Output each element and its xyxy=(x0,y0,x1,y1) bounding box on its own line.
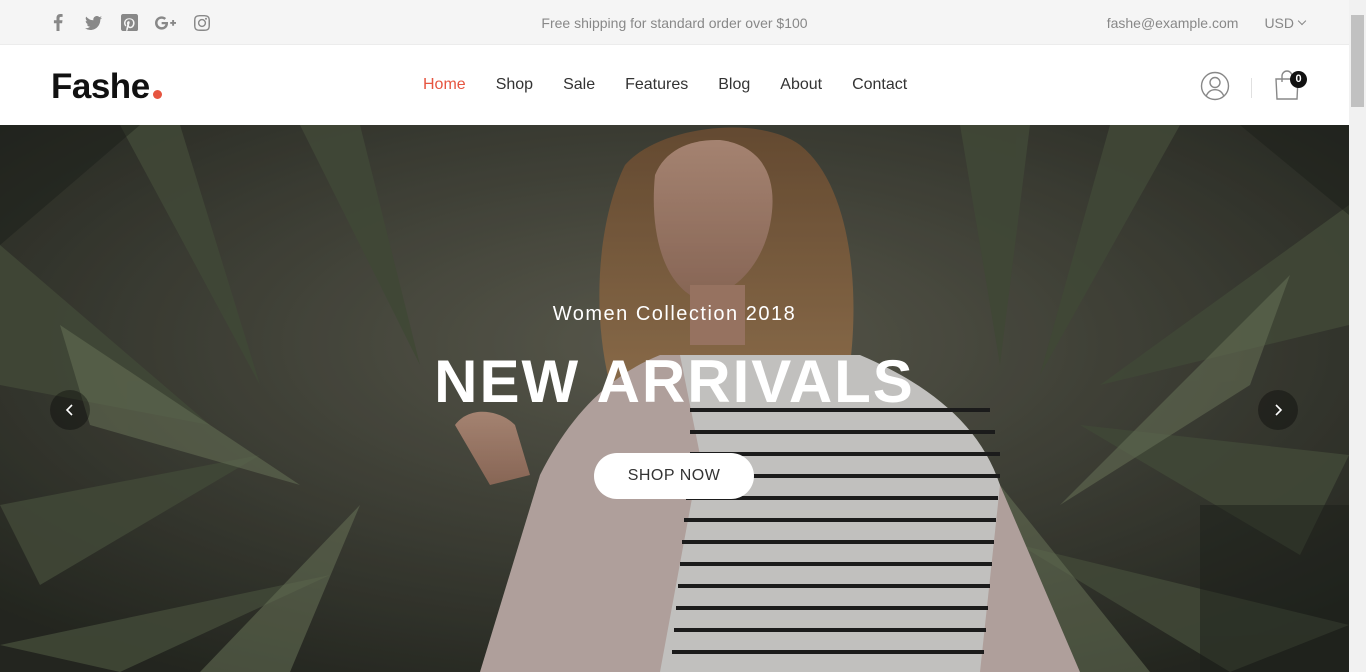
nav-item-shop[interactable]: Shop xyxy=(496,76,533,94)
logo-text: Fashe xyxy=(51,67,150,106)
shop-now-button[interactable]: SHOP NOW xyxy=(594,453,754,499)
contact-email[interactable]: fashe@example.com xyxy=(1107,15,1239,31)
header-divider xyxy=(1251,78,1252,98)
logo-dot xyxy=(152,90,162,99)
chevron-right-icon xyxy=(1275,404,1283,416)
main-column: Free shipping for standard order over $1… xyxy=(0,0,1349,672)
logo[interactable]: Fashe xyxy=(51,67,162,107)
slider-next-button[interactable] xyxy=(1258,390,1298,430)
user-icon[interactable] xyxy=(1200,71,1230,101)
hero-subtitle: Women Collection 2018 xyxy=(552,303,797,325)
nav-item-contact[interactable]: Contact xyxy=(852,76,907,94)
currency-select[interactable]: USD xyxy=(1264,15,1307,31)
page: Free shipping for standard order over $1… xyxy=(0,0,1366,672)
topbar-right: fashe@example.com USD xyxy=(1107,15,1307,31)
hero-slider: Women Collection 2018 NEW ARRIVALS SHOP … xyxy=(0,125,1349,672)
slider-prev-button[interactable] xyxy=(50,390,90,430)
nav-item-features[interactable]: Features xyxy=(625,76,688,94)
cart-count-badge: 0 xyxy=(1290,71,1307,88)
hero-title: NEW ARRIVALS xyxy=(434,348,915,415)
page-scrollbar[interactable] xyxy=(1349,0,1366,672)
chevron-left-icon xyxy=(65,404,73,416)
top-bar: Free shipping for standard order over $1… xyxy=(0,0,1349,45)
header: Fashe Home Shop Sale Features Blog About… xyxy=(0,45,1349,125)
chevron-down-icon xyxy=(1297,16,1307,26)
currency-value: USD xyxy=(1264,15,1294,31)
scrollbar-thumb[interactable] xyxy=(1351,15,1364,107)
nav-item-about[interactable]: About xyxy=(780,76,822,94)
nav-item-home[interactable]: Home xyxy=(423,76,466,94)
nav-item-sale[interactable]: Sale xyxy=(563,76,595,94)
nav-item-blog[interactable]: Blog xyxy=(718,76,750,94)
main-nav: Home Shop Sale Features Blog About Conta… xyxy=(423,76,907,94)
